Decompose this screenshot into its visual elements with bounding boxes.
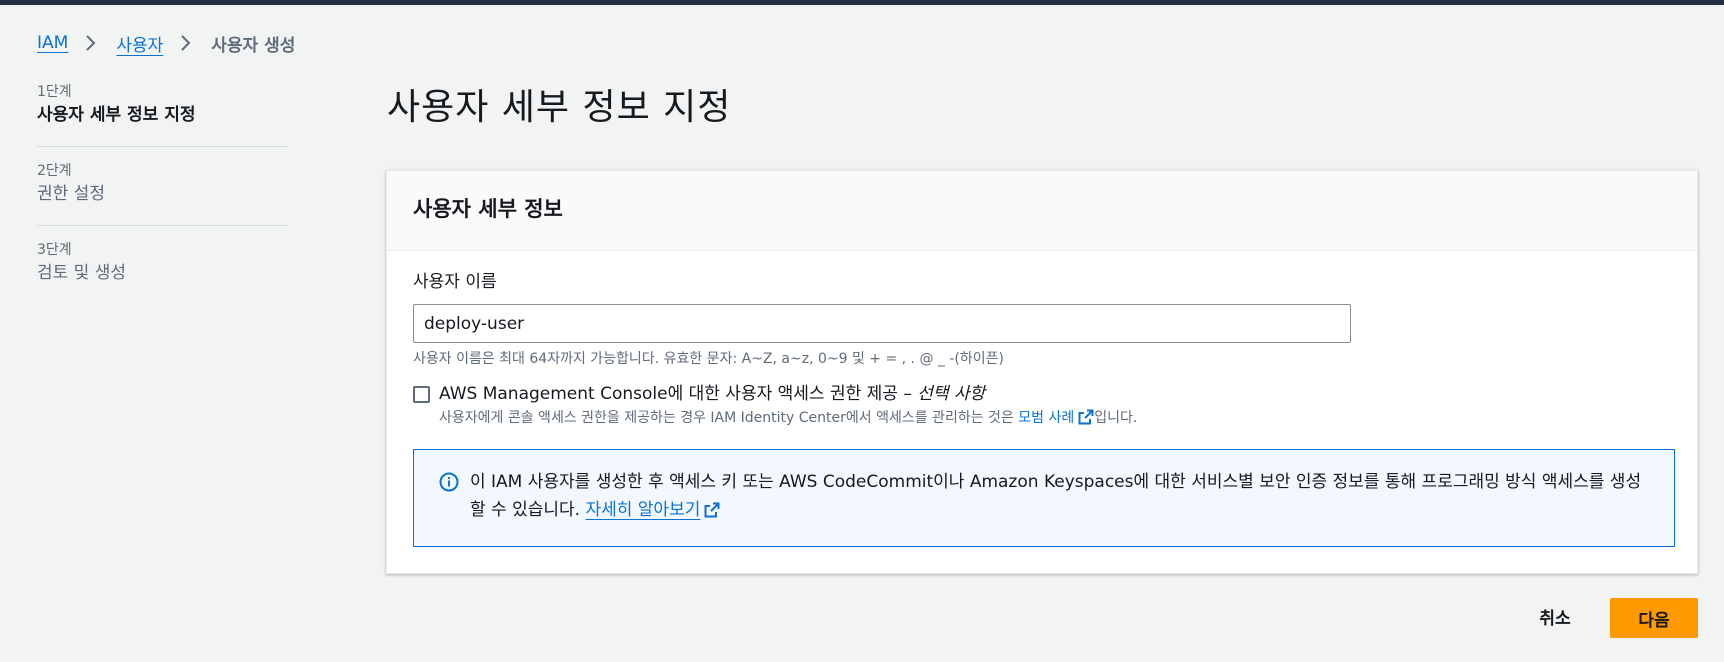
learn-more-link[interactable]: 자세히 알아보기 (585, 500, 720, 520)
user-details-container: 사용자 세부 정보 사용자 이름 사용자 이름은 최대 64자까지 가능합니다.… (386, 170, 1698, 574)
cancel-button[interactable]: 취소 (1520, 598, 1590, 634)
console-access-description: 사용자에게 콘솔 액세스 권한을 제공하는 경우 IAM Identity Ce… (439, 408, 1137, 431)
step-number: 3단계 (37, 242, 72, 258)
step-title: 검토 및 생성 (37, 263, 127, 283)
console-access-row: AWS Management Console에 대한 사용자 액세스 권한 제공… (413, 381, 1671, 431)
step-divider (37, 146, 287, 147)
info-icon (439, 472, 459, 496)
description-suffix: 입니다. (1094, 410, 1138, 426)
wizard-steps: 1단계 사용자 세부 정보 지정 2단계 권한 설정 3단계 검토 및 생성 (37, 82, 287, 286)
console-access-text: AWS Management Console에 대한 사용자 액세스 권한 제공… (439, 381, 1137, 431)
console-access-checkbox[interactable] (413, 386, 430, 403)
step-divider (37, 225, 287, 226)
container-body: 사용자 이름 사용자 이름은 최대 64자까지 가능합니다. 유효한 문자: A… (387, 251, 1697, 547)
step-title: 권한 설정 (37, 184, 105, 204)
step-3: 3단계 검토 및 생성 (37, 240, 287, 286)
learn-more-link-text: 자세히 알아보기 (585, 500, 701, 520)
username-constraint: 사용자 이름은 최대 64자까지 가능합니다. 유효한 문자: A~Z, a~z… (413, 351, 1004, 367)
step-1: 1단계 사용자 세부 정보 지정 (37, 82, 287, 147)
breadcrumb-iam[interactable]: IAM (37, 33, 68, 53)
step-number: 2단계 (37, 163, 72, 179)
optional-label: 선택 사항 (917, 384, 986, 404)
chevron-right-icon (78, 33, 106, 53)
external-link-icon (1078, 409, 1094, 431)
breadcrumb: IAM 사용자 사용자 생성 (37, 30, 295, 56)
best-practice-link[interactable]: 모범 사례 (1018, 409, 1094, 426)
info-text: 이 IAM 사용자를 생성한 후 액세스 키 또는 AWS CodeCommit… (470, 468, 1650, 527)
description-prefix: 사용자에게 콘솔 액세스 권한을 제공하는 경우 IAM Identity Ce… (439, 410, 1019, 426)
chevron-right-icon (173, 33, 201, 53)
container-header: 사용자 세부 정보 (387, 171, 1697, 251)
info-alert: 이 IAM 사용자를 생성한 후 액세스 키 또는 AWS CodeCommit… (413, 449, 1675, 547)
breadcrumb-users[interactable]: 사용자 (116, 31, 163, 56)
external-link-icon (704, 499, 720, 527)
username-label: 사용자 이름 (413, 272, 497, 292)
next-button[interactable]: 다음 (1610, 598, 1698, 638)
breadcrumb-current: 사용자 생성 (211, 35, 296, 56)
top-navigation-bar (0, 0, 1724, 5)
step-2: 2단계 권한 설정 (37, 161, 287, 226)
console-access-label[interactable]: AWS Management Console에 대한 사용자 액세스 권한 제공… (439, 381, 1137, 407)
step-number: 1단계 (37, 84, 72, 100)
page-title: 사용자 세부 정보 지정 (387, 87, 732, 128)
username-input[interactable] (413, 304, 1351, 343)
step-title: 사용자 세부 정보 지정 (37, 105, 196, 125)
best-practice-link-text: 모범 사례 (1018, 410, 1075, 426)
console-access-label-text: AWS Management Console에 대한 사용자 액세스 권한 제공… (439, 384, 918, 404)
